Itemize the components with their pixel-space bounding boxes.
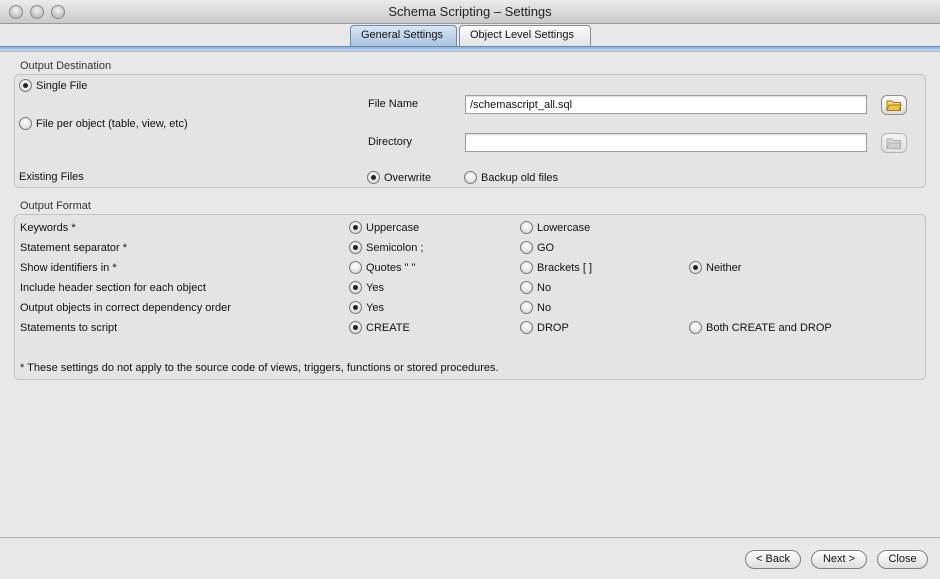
tab-object-level-settings[interactable]: Object Level Settings <box>459 25 591 46</box>
folder-open-icon <box>886 100 902 111</box>
statements-to-script-label: Statements to script <box>20 322 118 334</box>
folder-icon <box>886 138 902 149</box>
identifiers-neither-radio[interactable]: Neither <box>689 261 741 274</box>
radio-unselected-icon <box>520 321 533 334</box>
radio-unselected-icon <box>464 171 477 184</box>
tab-general-settings[interactable]: General Settings <box>350 25 457 46</box>
overwrite-label: Overwrite <box>384 171 432 184</box>
include-header-no-radio[interactable]: No <box>520 281 551 294</box>
file-name-input[interactable] <box>465 95 867 114</box>
radio-unselected-icon <box>689 321 702 334</box>
radio-unselected-icon <box>520 241 533 254</box>
file-per-object-radio[interactable]: File per object (table, view, etc) <box>19 117 188 130</box>
option-label: Quotes " " <box>366 261 416 274</box>
radio-selected-icon <box>367 171 380 184</box>
include-header-yes-radio[interactable]: Yes <box>349 281 384 294</box>
existing-files-label: Existing Files <box>19 171 84 183</box>
radio-unselected-icon <box>520 221 533 234</box>
option-label: Semicolon ; <box>366 241 424 254</box>
option-label: Neither <box>706 261 742 274</box>
option-label: Yes <box>366 281 384 294</box>
include-header-label: Include header section for each object <box>20 282 206 294</box>
radio-unselected-icon <box>19 117 32 130</box>
statements-both-radio[interactable]: Both CREATE and DROP <box>689 321 832 334</box>
separator-go-radio[interactable]: GO <box>520 241 554 254</box>
option-label: DROP <box>537 321 569 334</box>
statements-create-radio[interactable]: CREATE <box>349 321 410 334</box>
title-bar: Schema Scripting – Settings <box>0 0 940 24</box>
single-file-label: Single File <box>36 79 88 92</box>
back-button[interactable]: < Back <box>745 550 801 569</box>
browse-file-button[interactable] <box>881 95 907 115</box>
dependency-order-yes-radio[interactable]: Yes <box>349 301 384 314</box>
close-button[interactable]: Close <box>877 550 928 569</box>
radio-selected-icon <box>19 79 32 92</box>
overwrite-radio[interactable]: Overwrite <box>367 171 431 184</box>
statements-drop-radio[interactable]: DROP <box>520 321 569 334</box>
radio-selected-icon <box>349 241 362 254</box>
output-format-group <box>14 214 926 380</box>
show-identifiers-label: Show identifiers in * <box>20 262 117 274</box>
file-name-label: File Name <box>368 98 419 110</box>
keywords-uppercase-radio[interactable]: Uppercase <box>349 221 419 234</box>
radio-unselected-icon <box>349 261 362 274</box>
option-label: Both CREATE and DROP <box>706 321 832 334</box>
option-label: Lowercase <box>537 221 591 234</box>
keywords-label: Keywords * <box>20 222 76 234</box>
identifiers-quotes-radio[interactable]: Quotes " " <box>349 261 415 274</box>
output-destination-title: Output Destination <box>20 60 112 72</box>
option-label: Yes <box>366 301 384 314</box>
statement-separator-label: Statement separator * <box>20 242 128 254</box>
radio-unselected-icon <box>520 301 533 314</box>
output-format-title: Output Format <box>20 200 91 212</box>
separator-semicolon-radio[interactable]: Semicolon ; <box>349 241 423 254</box>
tab-strip: General Settings Object Level Settings <box>0 24 940 46</box>
radio-selected-icon <box>349 321 362 334</box>
single-file-radio[interactable]: Single File <box>19 79 87 92</box>
option-label: GO <box>537 241 555 254</box>
dependency-order-label: Output objects in correct dependency ord… <box>20 302 231 314</box>
backup-old-files-radio[interactable]: Backup old files <box>464 171 558 184</box>
footer-divider <box>0 537 940 538</box>
window-title: Schema Scripting – Settings <box>388 4 552 19</box>
settings-window: Schema Scripting – Settings General Sett… <box>0 0 940 579</box>
radio-selected-icon <box>349 221 362 234</box>
radio-selected-icon <box>349 301 362 314</box>
radio-unselected-icon <box>520 281 533 294</box>
backup-old-files-label: Backup old files <box>481 171 559 184</box>
radio-unselected-icon <box>520 261 533 274</box>
option-label: No <box>537 281 552 294</box>
option-label: Uppercase <box>366 221 420 234</box>
option-label: No <box>537 301 552 314</box>
radio-selected-icon <box>689 261 702 274</box>
option-label: Brackets [ ] <box>537 261 593 274</box>
directory-label: Directory <box>368 136 413 148</box>
identifiers-brackets-radio[interactable]: Brackets [ ] <box>520 261 592 274</box>
tab-divider <box>0 46 940 52</box>
file-per-object-label: File per object (table, view, etc) <box>36 117 188 130</box>
keywords-lowercase-radio[interactable]: Lowercase <box>520 221 590 234</box>
radio-selected-icon <box>349 281 362 294</box>
directory-input[interactable] <box>465 133 867 152</box>
option-label: CREATE <box>366 321 410 334</box>
settings-note: * These settings do not apply to the sou… <box>20 362 499 374</box>
dependency-order-no-radio[interactable]: No <box>520 301 551 314</box>
next-button[interactable]: Next > <box>811 550 867 569</box>
browse-directory-button[interactable] <box>881 133 907 153</box>
